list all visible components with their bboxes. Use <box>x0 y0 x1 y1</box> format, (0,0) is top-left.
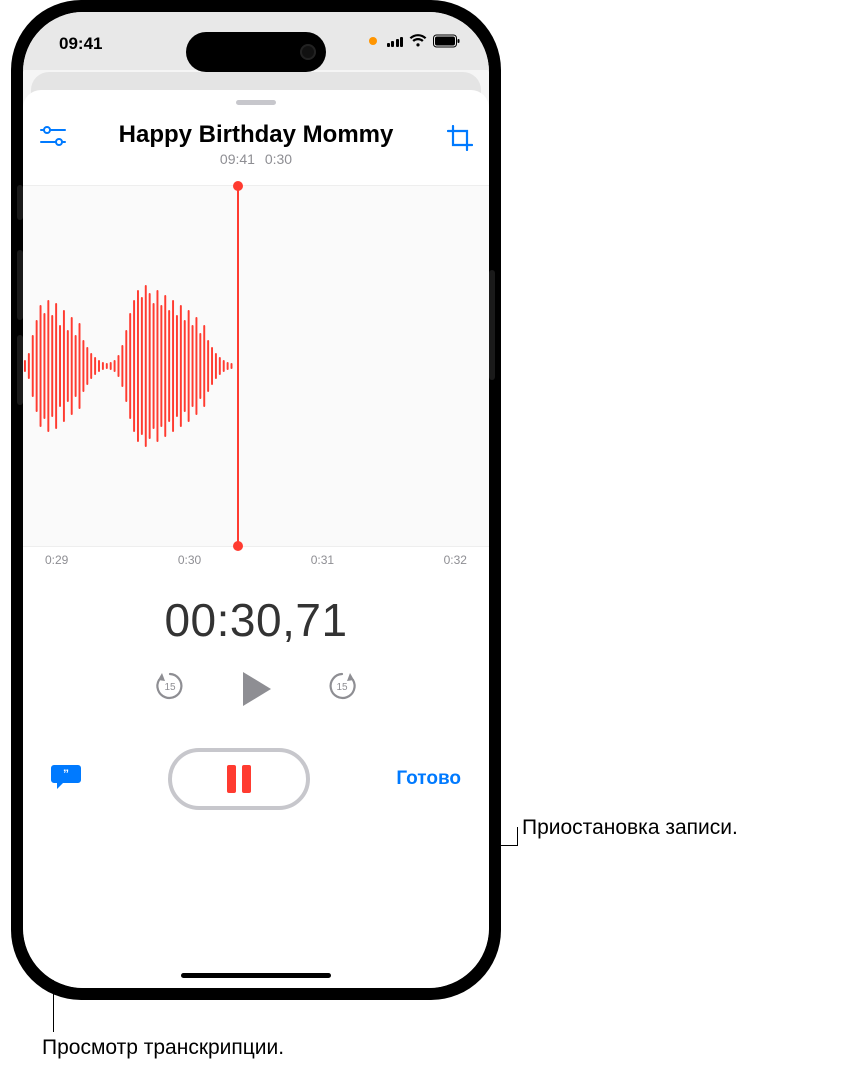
callout-transcript: Просмотр транскрипции. <box>42 1036 284 1060</box>
callout-line <box>517 827 518 846</box>
speech-bubble-icon: ” <box>49 762 83 792</box>
sliders-icon <box>39 125 67 147</box>
recording-subtitle: 09:41 0:30 <box>39 151 473 167</box>
svg-text:15: 15 <box>336 682 348 693</box>
pause-record-button[interactable] <box>168 748 310 810</box>
phone-frame: 09:41 <box>11 0 501 1000</box>
ruler-tick: 0:32 <box>444 553 467 567</box>
cellular-icon <box>387 35 404 47</box>
screen: 09:41 <box>23 12 489 988</box>
dynamic-island <box>186 32 326 72</box>
side-button-power <box>489 270 495 380</box>
skip-back-15-button[interactable]: 15 <box>153 669 187 708</box>
battery-icon <box>433 34 461 48</box>
recording-indicator-icon <box>369 37 377 45</box>
play-icon <box>239 670 273 708</box>
skip-forward-icon: 15 <box>325 669 359 703</box>
waveform[interactable] <box>23 185 489 547</box>
ruler-tick: 0:31 <box>311 553 334 567</box>
skip-back-icon: 15 <box>153 669 187 703</box>
done-button[interactable]: Готово <box>394 764 463 794</box>
transcript-button[interactable]: ” <box>49 762 83 797</box>
pause-icon <box>227 765 251 793</box>
recording-title[interactable]: Happy Birthday Mommy <box>39 121 473 149</box>
playhead[interactable] <box>237 186 239 546</box>
ruler-tick: 0:29 <box>45 553 68 567</box>
skip-forward-15-button[interactable]: 15 <box>325 669 359 708</box>
crop-button[interactable] <box>447 125 473 156</box>
svg-text:15: 15 <box>164 682 176 693</box>
recording-sheet: Happy Birthday Mommy 09:41 0:30 <box>23 90 489 988</box>
time-ruler: 0:29 0:30 0:31 0:32 <box>23 547 489 567</box>
options-button[interactable] <box>39 125 67 152</box>
status-time: 09:41 <box>59 34 102 54</box>
callout-pause: Приостановка записи. <box>522 816 738 840</box>
recording-duration: 0:30 <box>265 151 292 167</box>
elapsed-time: 00:30,71 <box>23 593 489 647</box>
ruler-tick: 0:30 <box>178 553 201 567</box>
svg-text:”: ” <box>63 767 69 781</box>
home-indicator[interactable] <box>181 973 331 978</box>
crop-icon <box>447 125 473 151</box>
wifi-icon <box>409 34 427 48</box>
recording-timestamp: 09:41 <box>220 151 255 167</box>
play-button[interactable] <box>239 670 273 708</box>
sheet-grabber[interactable] <box>236 100 276 105</box>
waveform-graphic <box>23 276 237 456</box>
